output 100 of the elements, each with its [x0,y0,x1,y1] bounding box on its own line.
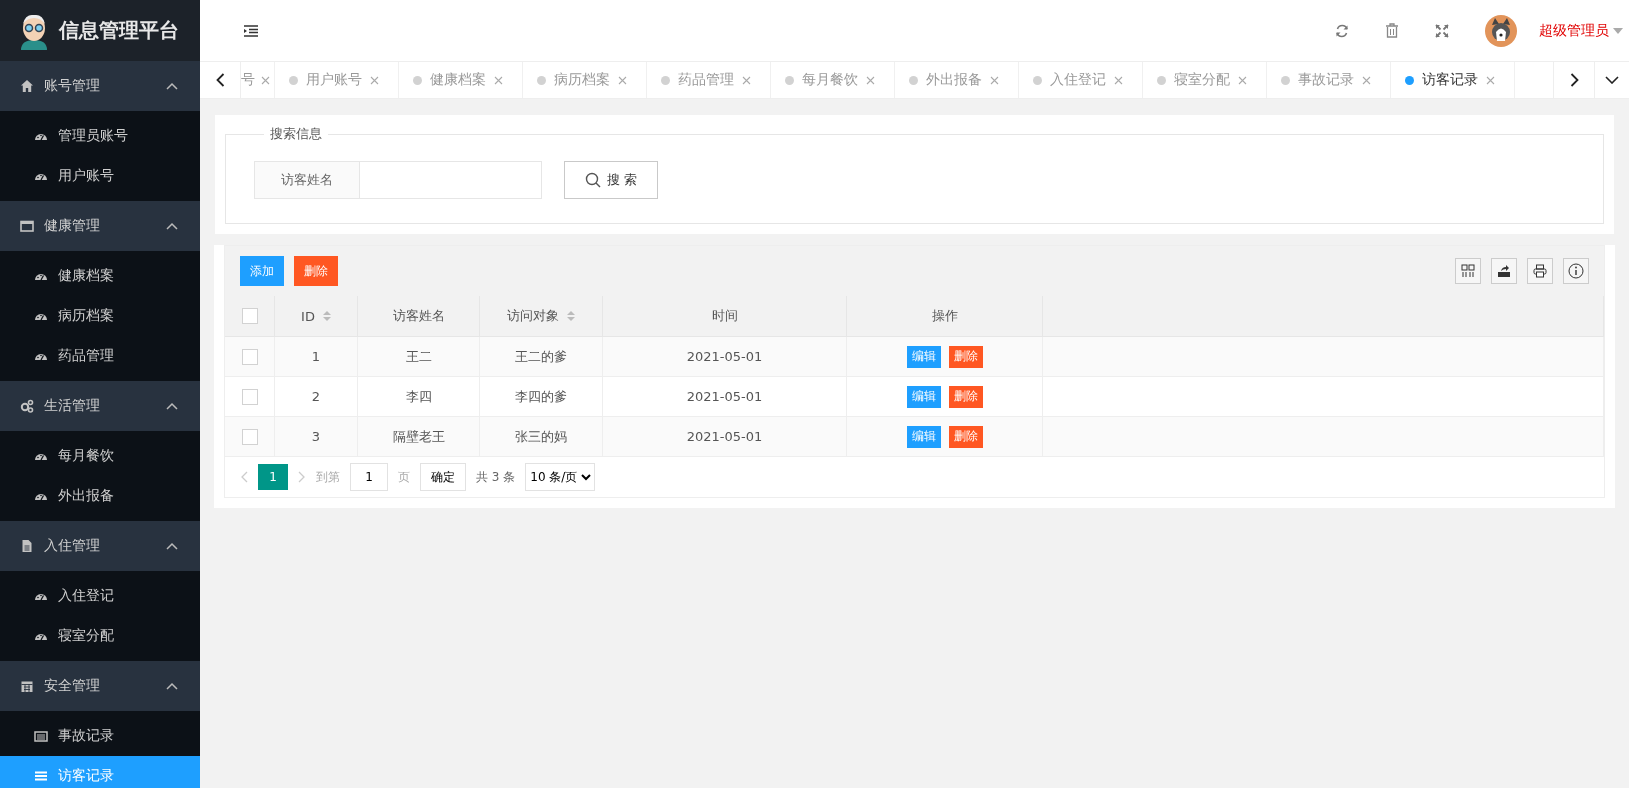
dot-icon [537,75,546,85]
sort-icon[interactable] [322,310,331,322]
sidebar-item[interactable]: 管理员账号 [0,116,200,156]
sidebar-group[interactable]: 账号管理 [0,61,200,111]
dot-icon [289,75,298,85]
confirm-button[interactable]: 确定 [420,463,466,491]
sidebar-group[interactable]: 健康管理 [0,201,200,251]
sidebar-item[interactable]: 外出报备 [0,476,200,516]
close-icon[interactable] [1114,75,1123,85]
document-icon [20,539,34,553]
sidebar-item[interactable]: 事故记录 [0,716,200,756]
total-count: 共 3 条 [476,468,516,486]
dot-icon [1281,75,1290,85]
close-icon[interactable] [1362,75,1371,85]
table-cell: 2 [311,389,321,404]
search-icon [584,172,601,188]
dot-icon [413,75,422,85]
goto-label: 到第 [316,468,340,486]
menu-toggle-icon[interactable] [243,24,259,37]
fullscreen-icon[interactable] [1435,23,1449,38]
page-input[interactable]: 1 [350,463,388,491]
table-cell: 2021-05-01 [686,349,763,364]
page-size-select[interactable]: 10 条/页 [525,463,596,491]
table-cell: 李四 [405,388,432,404]
table-cell: 王二的爹 [515,348,567,364]
sidebar-item[interactable]: 寝室分配 [0,616,200,656]
dot-icon [1157,75,1166,85]
column-header[interactable]: 操作 [846,296,1043,337]
close-icon[interactable] [1486,75,1495,85]
visitor-name-field[interactable]: 访客姓名 [254,161,542,199]
trash-icon[interactable] [1385,23,1399,38]
dot-icon [909,75,918,85]
search-button[interactable]: 搜 索 [564,161,658,199]
table-cell: 2021-05-01 [686,389,763,404]
close-icon[interactable] [866,75,875,85]
close-icon[interactable] [1238,75,1247,85]
sidebar-item[interactable]: 药品管理 [0,336,200,376]
close-icon[interactable] [742,75,751,85]
tab[interactable]: 访客记录 [1391,62,1515,98]
close-icon[interactable] [618,75,627,85]
sort-icon[interactable] [567,310,575,322]
user-menu[interactable]: 超级管理员 [1539,21,1609,40]
refresh-icon[interactable] [1335,23,1349,38]
home-icon [20,79,34,93]
card-icon [34,729,48,743]
sidebar-item[interactable]: 病历档案 [0,296,200,336]
info-icon [1568,263,1584,279]
close-icon[interactable] [370,75,379,85]
close-icon[interactable] [990,75,999,85]
dot-icon [1405,75,1414,85]
chevron-up-icon [166,542,178,550]
chevron-left-icon [215,73,225,87]
sidebar-item[interactable]: 用户账号 [0,156,200,196]
fieldset-legend: 搜索信息 [264,125,328,143]
table-cell: 张三的妈 [515,428,567,444]
table-cell: 3 [311,429,321,444]
chevron-up-icon [166,402,178,410]
list-icon [34,769,48,783]
caret-icon[interactable] [1613,27,1623,34]
table-cell: 1 [311,349,321,364]
row-checkbox[interactable] [241,428,258,445]
chevron-right-icon [1569,73,1579,87]
columns-icon [1461,264,1475,278]
sidebar-item[interactable]: 每月餐饮 [0,436,200,476]
close-icon[interactable] [261,75,270,85]
info-button[interactable] [1563,258,1589,284]
sidebar-item[interactable]: 健康档案 [0,256,200,296]
calendar-icon [20,679,34,693]
next-page-icon[interactable] [298,471,306,483]
column-header[interactable]: 访问对象 [479,296,603,337]
columns-button[interactable] [1455,258,1481,284]
column-header[interactable]: ID [274,296,358,337]
current-page[interactable]: 1 [258,464,288,490]
chevron-up-icon [166,222,178,230]
dot-icon [785,75,794,85]
sidebar-group[interactable]: 安全管理 [0,661,200,711]
chevron-up-icon [166,682,178,690]
dog-avatar[interactable] [1485,14,1517,47]
gears-icon [20,399,34,413]
table-cell: 隔壁老王 [392,428,445,444]
row-checkbox[interactable] [241,388,258,405]
print-button[interactable] [1527,258,1553,284]
column-header[interactable]: 访客姓名 [357,296,480,337]
prev-page-icon[interactable] [240,471,248,483]
sidebar-group[interactable]: 生活管理 [0,381,200,431]
table-cell: 王二 [405,348,432,364]
sidebar-group[interactable]: 入住管理 [0,521,200,571]
chevron-down-icon [1605,76,1619,84]
export-icon [1497,264,1511,278]
app-title: 信息管理平台 [59,17,179,44]
sidebar-item[interactable]: 入住登记 [0,576,200,616]
close-icon[interactable] [494,75,503,85]
chevron-up-icon [166,82,178,90]
table-cell: 李四的爹 [515,388,567,404]
dot-icon [661,75,670,85]
column-header[interactable]: 时间 [602,296,847,337]
select-all-checkbox[interactable] [241,308,258,325]
table-cell: 2021-05-01 [686,429,763,444]
export-button[interactable] [1491,258,1517,284]
row-checkbox[interactable] [241,348,258,365]
